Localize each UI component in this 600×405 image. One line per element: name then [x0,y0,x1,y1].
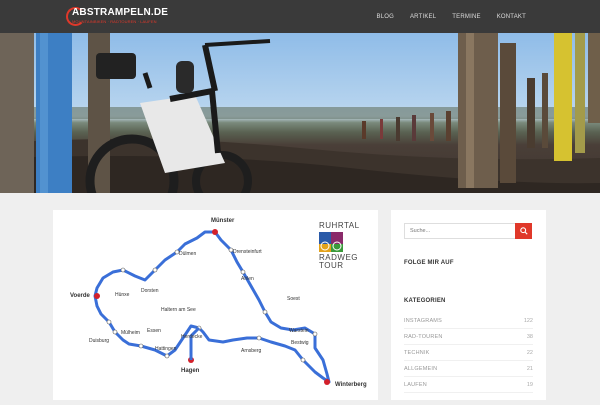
sidebar: FOLGE MIR AUF KATEGORIEN INSTAGRAMS 122 … [391,210,546,400]
category-list: INSTAGRAMS 122 RAD-TOUREN 38 TECHNIK 22 … [404,313,533,393]
category-name[interactable]: RAD-TOUREN [404,334,443,340]
label-haltern: Haltern am See [161,307,196,313]
label-hagen: Hagen [181,368,200,374]
hero-image [0,33,600,193]
route-map-card[interactable]: Münster Drensteinfurt Dülmen Haltern am … [53,210,378,400]
label-warstein: Warstein [289,328,309,334]
category-count: 122 [523,317,533,324]
site-logo[interactable]: ABSTRAMPELN.DE MOUNTAINBIKEN · RADTOUREN… [66,6,186,28]
search-icon [519,227,528,235]
waypoint-marker [240,269,246,275]
label-hattingen: Hattingen [155,346,177,352]
waypoint-marker [262,309,268,315]
category-name[interactable]: TECHNIK [404,350,430,356]
waypoint-marker [112,329,118,335]
label-herdecke: Herdecke [181,334,203,340]
nav-termine[interactable]: TERMINE [444,14,488,20]
category-count: 21 [526,365,533,372]
end-marker [324,379,330,385]
ruhrtal-radweg-logo: RUHRTAL RADWEG TOUR [319,221,360,270]
category-item[interactable]: INSTAGRAMS 122 [404,313,533,329]
label-muelheim: Mülheim [121,330,140,336]
follow-widget-title: FOLGE MIR AUF [404,260,454,266]
label-drensteinfurt: Drensteinfurt [233,249,262,255]
label-dolmen: Dülmen [179,251,196,257]
label-essen: Essen [147,328,161,334]
logo-line-1: RUHRTAL [319,221,360,230]
label-bestwig: Bestwig [291,340,309,346]
category-name[interactable]: LAUFEN [404,382,427,388]
logo-line-3: TOUR [319,261,344,270]
label-winterberg: Winterberg [335,382,367,388]
label-arnsberg: Arnsberg [241,348,262,354]
category-name[interactable]: ALLGEMEIN [404,366,437,372]
nav-artikel[interactable]: ARTIKEL [402,14,444,20]
category-count: 19 [526,381,533,388]
hero-illustration [0,33,600,193]
category-item[interactable]: LAUFEN 19 [404,377,533,393]
waypoint-marker [106,319,112,325]
category-count: 38 [526,333,533,340]
label-muenster: Münster [211,218,235,224]
waypoint-marker [152,267,158,273]
waypoint-marker [300,357,306,363]
nav-blog[interactable]: BLOG [369,14,402,20]
site-tagline: MOUNTAINBIKEN · RADTOUREN · LAUFEN [72,19,157,24]
search-button[interactable] [515,223,532,239]
label-ahlen: Ahlen [241,276,254,282]
waypoint-marker [256,335,262,341]
waypoint-marker [164,353,170,359]
waypoint-red-marker [94,293,100,299]
category-item[interactable]: TECHNIK 22 [404,345,533,361]
nav-kontakt[interactable]: KONTAKT [489,14,534,20]
category-item[interactable]: ALLGEMEIN 21 [404,361,533,377]
label-voerde: Voerde [70,293,91,299]
label-huenxe: Hünxe [115,292,130,298]
main-nav: BLOG ARTIKEL TERMINE KONTAKT [369,0,535,33]
site-title: ABSTRAMPELN.DE [72,7,169,18]
waypoint-marker [312,331,318,337]
site-header: ABSTRAMPELN.DE MOUNTAINBIKEN · RADTOUREN… [0,0,600,33]
waypoint-marker [120,267,126,273]
category-item[interactable]: RAD-TOUREN 38 [404,329,533,345]
label-duisburg: Duisburg [89,338,109,344]
search-input[interactable] [404,223,516,239]
start-marker [212,229,218,235]
label-soest: Soest [287,296,300,302]
route-map: Münster Drensteinfurt Dülmen Haltern am … [70,218,367,388]
categories-widget-title: KATEGORIEN [404,298,446,304]
category-name[interactable]: INSTAGRAMS [404,318,442,324]
category-count: 22 [526,349,533,356]
label-dorsten: Dorsten [141,288,159,294]
waypoint-marker [138,343,144,349]
